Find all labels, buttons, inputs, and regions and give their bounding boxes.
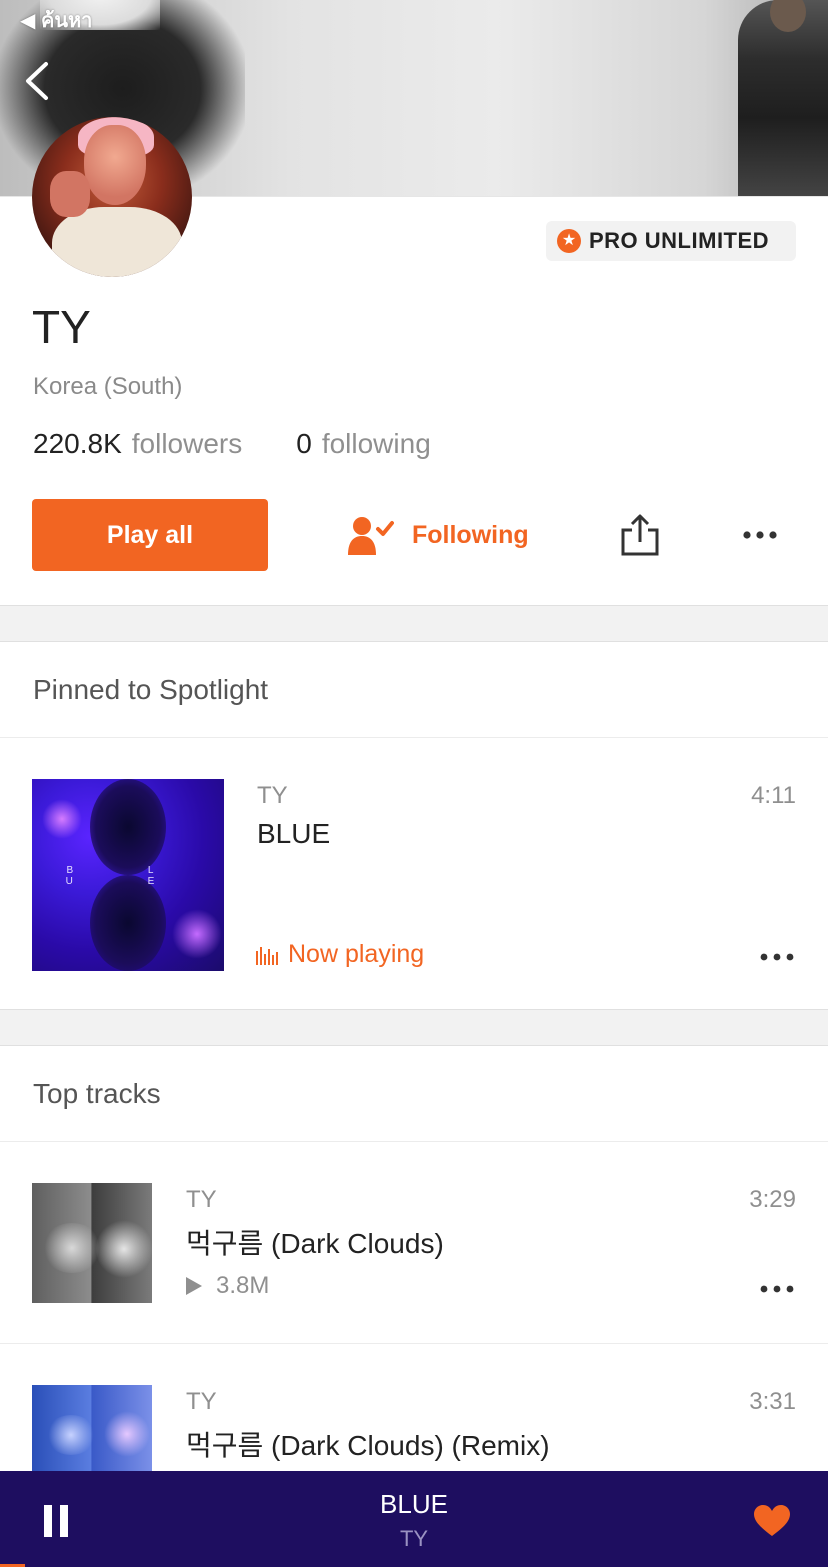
section-divider	[0, 605, 828, 642]
track-more-button[interactable]	[758, 1279, 798, 1299]
track-artwork	[32, 1183, 152, 1303]
back-button[interactable]	[18, 56, 58, 106]
spotlight-track-duration: 4:11	[751, 782, 796, 809]
following-label: following	[321, 428, 431, 459]
equalizer-icon	[256, 946, 278, 965]
play-icon	[186, 1277, 202, 1295]
track-duration: 3:31	[749, 1388, 796, 1415]
followers-label: followers	[131, 428, 243, 459]
user-check-icon	[348, 517, 394, 555]
star-icon: ★	[557, 229, 581, 253]
pro-badge-label: PRO UNLIMITED	[589, 228, 770, 253]
following-button-label: Following	[412, 520, 529, 549]
player-track-title: BLUE	[380, 1489, 448, 1519]
artwork-lettering: B L U E	[65, 865, 191, 887]
more-options-button[interactable]	[740, 520, 780, 550]
section-divider	[0, 1009, 828, 1046]
track-artwork	[32, 1385, 152, 1471]
followers-stat[interactable]: 220.8K followers	[33, 428, 242, 460]
following-count: 0	[296, 428, 312, 459]
play-all-button[interactable]: Play all	[32, 499, 268, 571]
section-separator	[0, 737, 828, 738]
share-icon	[621, 514, 659, 556]
artwork-cloud	[96, 1219, 152, 1279]
artwork-glow	[42, 799, 82, 839]
spotlight-track-artwork: B L U E	[32, 779, 224, 971]
avatar	[32, 117, 192, 277]
artwork-shape	[90, 875, 166, 971]
player-track-artist: TY	[399, 1526, 429, 1551]
track-play-count: 3.8M	[186, 1272, 269, 1300]
top-tracks-section-title: Top tracks	[33, 1078, 161, 1109]
back-chevron-icon	[26, 62, 48, 100]
followers-count: 220.8K	[33, 428, 122, 459]
track-more-button[interactable]	[758, 947, 798, 967]
profile-location: Korea (South)	[33, 373, 183, 400]
track-artist[interactable]: TY	[186, 1186, 217, 1214]
section-separator	[0, 1141, 828, 1142]
spotlight-section-title: Pinned to Spotlight	[33, 674, 269, 705]
track-title: 먹구름 (Dark Clouds)	[186, 1228, 444, 1259]
pro-badge: ★ PRO UNLIMITED	[546, 221, 796, 261]
following-button[interactable]: Following	[346, 509, 529, 561]
like-button[interactable]	[752, 1504, 792, 1538]
artwork-glow	[172, 909, 222, 959]
track-artist[interactable]: TY	[186, 1388, 217, 1416]
more-icon	[743, 531, 777, 539]
more-icon	[760, 1285, 794, 1293]
following-stat[interactable]: 0 following	[296, 428, 431, 460]
artwork-cloud	[46, 1415, 96, 1455]
row-separator	[0, 1343, 828, 1344]
spotlight-track-artist[interactable]: TY	[257, 782, 288, 810]
share-button[interactable]	[620, 512, 660, 558]
artwork-cloud	[104, 1411, 150, 1457]
track-plays-value: 3.8M	[216, 1272, 270, 1299]
track-duration: 3:29	[749, 1186, 796, 1213]
now-playing-indicator: Now playing	[256, 940, 424, 969]
profile-stats: 220.8K followers 0 following	[33, 428, 431, 460]
avatar-face	[84, 125, 146, 205]
spotlight-track-title: BLUE	[257, 818, 331, 849]
now-playing-label: Now playing	[288, 940, 425, 968]
heart-icon	[754, 1505, 790, 1536]
status-back-link[interactable]: ◀ ค้นหา	[20, 4, 92, 36]
profile-name: TY	[32, 301, 91, 353]
avatar-shirt	[52, 207, 182, 277]
mini-player[interactable]: BLUE TY	[0, 1471, 828, 1567]
avatar-hand	[50, 171, 90, 217]
artwork-shape	[90, 779, 166, 875]
track-title: 먹구름 (Dark Clouds) (Remix)	[186, 1430, 550, 1461]
more-icon	[760, 953, 794, 961]
artwork-cloud	[42, 1223, 102, 1273]
